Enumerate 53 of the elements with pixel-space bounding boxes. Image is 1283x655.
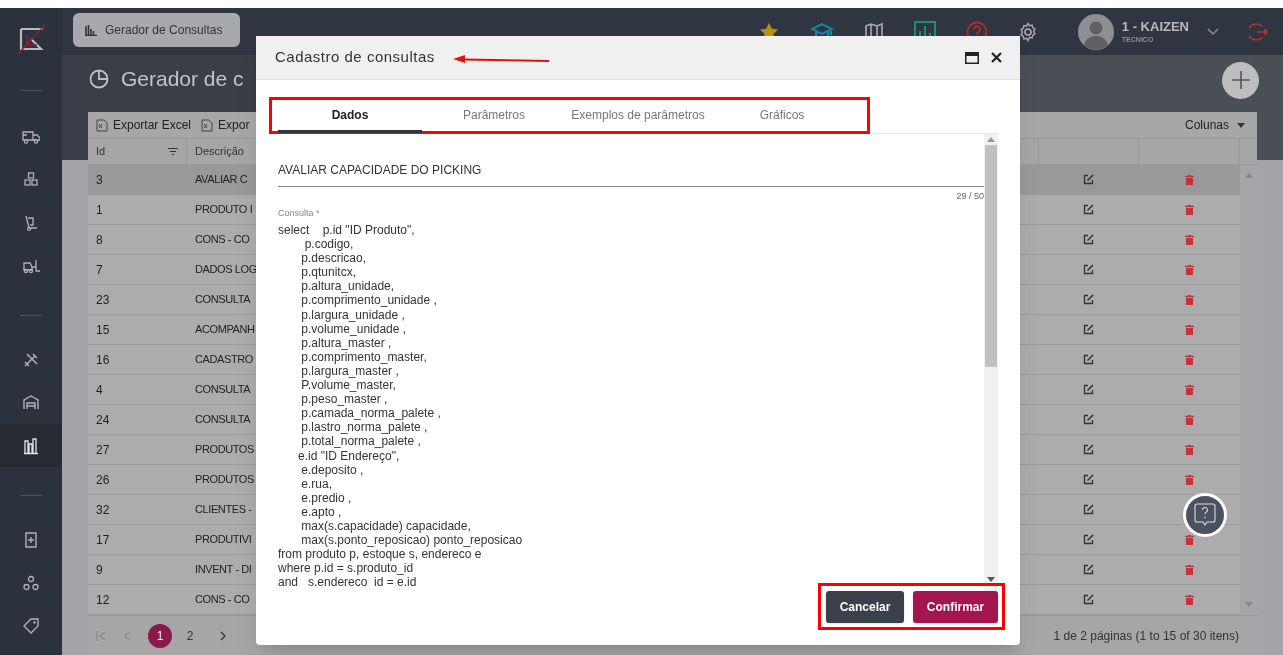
- character-counter: 29 / 50: [956, 190, 984, 203]
- table-cell-text: PRODUTOS: [195, 442, 255, 458]
- table-cell-text: 12: [95, 591, 111, 609]
- export-button[interactable]: Exportar Excel: [96, 116, 192, 134]
- name-field[interactable]: AVALIAR CAPACIDADE DO PICKING: [278, 157, 984, 187]
- table-cell-text: 4: [95, 381, 104, 399]
- table-cell-text: 7: [95, 261, 104, 279]
- table-cell-text: 23: [95, 291, 111, 309]
- table-cell-text: CONSULTA: [195, 412, 252, 428]
- app-tab[interactable]: Gerador de Consultas: [73, 12, 240, 47]
- table-cell-text: 16: [95, 351, 111, 369]
- page-button[interactable]: 1: [148, 623, 172, 648]
- tab[interactable]: Dados: [278, 100, 422, 133]
- table-cell-text: 26: [95, 471, 111, 489]
- table-cell-text: PRODUTIVI: [195, 532, 253, 548]
- column-header[interactable]: Id: [88, 139, 187, 164]
- table-cell-text: CADASTRO: [195, 352, 254, 368]
- tab[interactable]: Parâmetros: [422, 100, 566, 133]
- table-cell-text: DADOS LOG: [195, 262, 257, 278]
- table-cell-text: 9: [95, 561, 104, 579]
- dialog-title: Cadastro de consultas: [275, 47, 435, 68]
- confirm-button[interactable]: Confirmar: [913, 591, 998, 623]
- table-cell-text: CONS - CO: [195, 592, 251, 608]
- table-cell-text: 1: [95, 201, 104, 219]
- query-text: select p.id "ID Produto", p.codigo, p.descricao, p.qtunitcx, p.altura_unidade, p.comprimento_unidade , p.largura_unidade , p.volume_unidade , p.altura_master , p.comprimento_master, p.largura_master , P.volume_master, p.peso_master , p.camada_norma_palete , p.lastro_norma_palete , p.total_norma_palete , e.id "ID Endereço", e.deposito , e.rua, e.predio , e.apto , max(s.capacidade) capacidade, max(s.ponto_reposicao) ponto_reposicao from produto p, estoque s, endereco e where p.id = s.produto_id and s.endereco id = e.id: [278, 223, 524, 590]
- user-name: 1 - KAIZEN: [1121, 20, 1189, 33]
- tab[interactable]: Exemplos de parâmetros: [566, 100, 710, 133]
- table-cell-text: 27: [95, 441, 111, 459]
- table-cell-text: 32: [95, 501, 111, 519]
- table-cell-text: CONSULTA: [195, 382, 252, 398]
- table-cell-text: CLIENTES -: [195, 502, 253, 518]
- app-tab-label: Gerador de Consultas: [105, 21, 223, 39]
- table-cell-text: 15: [95, 321, 111, 339]
- table-cell-text: 8: [95, 231, 104, 249]
- name-field-value: AVALIAR CAPACIDADE DO PICKING: [278, 163, 482, 177]
- page-button[interactable]: 2: [178, 623, 202, 648]
- table-cell-text: AVALIAR C: [195, 172, 249, 188]
- tab[interactable]: Gráficos: [710, 100, 854, 133]
- table-cell-text: 17: [95, 531, 111, 549]
- columns-dropdown[interactable]: Colunas: [1184, 116, 1249, 134]
- table-cell-text: 24: [95, 411, 111, 429]
- table-cell-text: ACOMPANH: [195, 322, 256, 338]
- query-label: Consulta *: [278, 206, 320, 220]
- page-title: Gerador de c: [121, 66, 244, 93]
- cancel-button[interactable]: Cancelar: [826, 591, 904, 623]
- pagination-summary: 1 de 2 páginas (1 to 15 of 30 itens): [1053, 627, 1240, 645]
- table-cell-text: PRODUTOS: [195, 472, 255, 488]
- table-cell-text: PRODUTO I: [195, 202, 254, 218]
- export-button[interactable]: Expor: [201, 116, 250, 134]
- table-cell-text: 3: [95, 171, 104, 189]
- table-cell-text: CONS - CO: [195, 232, 251, 248]
- table-cell-text: INVENT - DI: [195, 562, 253, 578]
- table-cell-text: CONSULTA: [195, 292, 252, 308]
